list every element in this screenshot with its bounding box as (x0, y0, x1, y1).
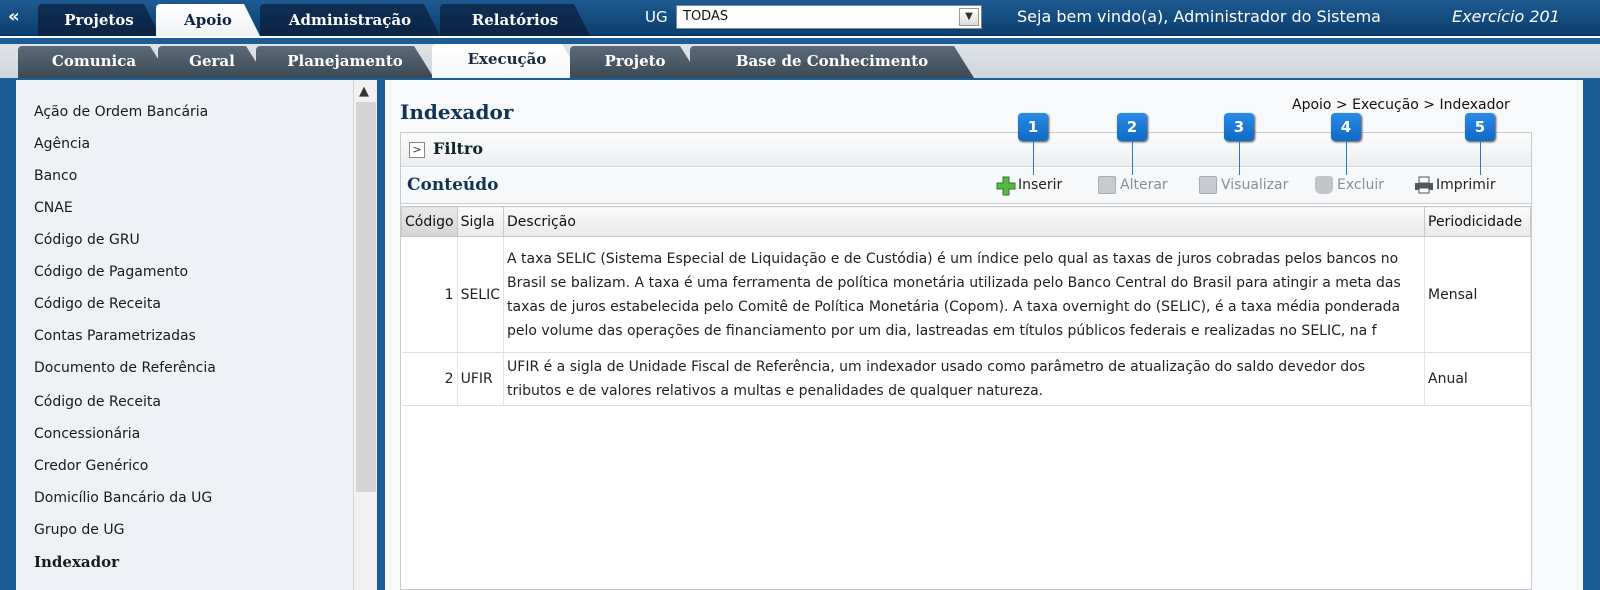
callout-line (1132, 141, 1133, 175)
top-tab-administracao[interactable]: Administração (260, 4, 440, 36)
delete-button[interactable]: Excluir (1315, 175, 1384, 197)
sidebar-item-codigo-pagamento[interactable]: Código de Pagamento (34, 264, 188, 280)
column-header-codigo[interactable]: Código (401, 206, 458, 237)
view-icon (1199, 176, 1217, 194)
insert-label: Inserir (1018, 177, 1063, 193)
cell-periodicidade: Anual (1424, 352, 1531, 406)
filter-label[interactable]: Filtro (433, 139, 483, 158)
tab-comunica[interactable]: Comunica (18, 46, 170, 78)
edit-icon (1098, 176, 1116, 194)
ug-select[interactable]: TODAS ▼ (676, 5, 982, 29)
view-label: Visualizar (1221, 177, 1289, 193)
column-header-periodicidade[interactable]: Periodicidade (1424, 206, 1531, 237)
trash-icon (1315, 176, 1333, 194)
table-row[interactable]: 1 SELIC A taxa SELIC (Sistema Especial d… (401, 236, 1531, 353)
cell-codigo: 1 (401, 236, 458, 353)
cell-sigla: UFIR (457, 352, 505, 406)
top-tab-apoio[interactable]: Apoio (156, 4, 260, 36)
breadcrumb: Apoio > Execução > Indexador (1292, 97, 1510, 113)
callout-badge-1: 1 (1018, 113, 1048, 141)
cell-descricao: UFIR é a sigla de Unidade Fiscal de Refe… (503, 352, 1425, 406)
cell-periodicidade: Mensal (1424, 236, 1531, 353)
tab-projeto[interactable]: Projeto (570, 46, 700, 78)
view-button[interactable]: Visualizar (1199, 175, 1288, 197)
expand-filter-icon[interactable]: > (409, 142, 425, 158)
content-section-title: Conteúdo (407, 175, 499, 195)
ug-label: UG (645, 8, 668, 26)
data-table: Código Sigla Descrição Periodicidade 1 S… (401, 206, 1531, 406)
print-button[interactable]: Imprimir (1414, 175, 1496, 197)
ug-select-value: TODAS (683, 9, 729, 24)
cell-codigo: 2 (401, 352, 458, 406)
cell-descricao: A taxa SELIC (Sistema Especial de Liquid… (503, 236, 1425, 353)
collapse-menu-icon[interactable]: « (8, 6, 20, 27)
column-header-sigla[interactable]: Sigla (456, 206, 505, 237)
sidebar-item-domicilio-bancario[interactable]: Domicílio Bancário da UG (34, 490, 212, 506)
callout-line (1346, 141, 1347, 175)
sidebar-item-indexador[interactable]: Indexador (34, 553, 119, 571)
sidebar-item-codigo-receita-2[interactable]: Código de Receita (34, 394, 161, 410)
edit-label: Alterar (1120, 177, 1168, 193)
sidebar-item-credor-generico[interactable]: Credor Genérico (34, 458, 148, 474)
callout-badge-3: 3 (1224, 113, 1254, 141)
tab-base-de-conhecimento[interactable]: Base de Conhecimento (690, 46, 974, 78)
sidebar-item-banco[interactable]: Banco (34, 168, 77, 184)
sidebar-item-contas-parametrizadas[interactable]: Contas Parametrizadas (34, 328, 196, 344)
callout-badge-4: 4 (1331, 113, 1361, 141)
page-title: Indexador (400, 100, 514, 124)
callout-line (1239, 141, 1240, 175)
sidebar-item-grupo-ug[interactable]: Grupo de UG (34, 522, 124, 538)
sidebar-item-codigo-gru[interactable]: Código de GRU (34, 232, 140, 248)
cell-sigla: SELIC (457, 236, 505, 353)
column-header-descricao[interactable]: Descrição (503, 206, 1425, 237)
callout-line (1033, 141, 1034, 175)
sidebar-item-agencia[interactable]: Agência (34, 136, 90, 152)
scrollbar-thumb[interactable] (356, 102, 376, 492)
app-window: « Projetos Apoio Administração Relatório… (0, 0, 1600, 590)
welcome-message: Seja bem vindo(a), Administrador do Sist… (1017, 7, 1381, 26)
top-tab-relatorios[interactable]: Relatórios (440, 4, 590, 36)
sidebar-item-acao-ordem-bancaria[interactable]: Ação de Ordem Bancária (34, 104, 208, 120)
sidebar-item-codigo-receita[interactable]: Código de Receita (34, 296, 161, 312)
callout-badge-5: 5 (1465, 113, 1495, 141)
chevron-down-icon[interactable]: ▼ (959, 8, 979, 26)
tab-execucao[interactable]: Execução (432, 44, 582, 78)
sidebar-item-concessionaria[interactable]: Concessionária (34, 426, 140, 442)
edit-button[interactable]: Alterar (1098, 175, 1168, 197)
print-label: Imprimir (1436, 177, 1496, 193)
scroll-up-icon[interactable]: ▲ (359, 84, 369, 99)
callout-badge-2: 2 (1117, 113, 1147, 141)
plus-icon (996, 176, 1016, 196)
callout-line (1480, 141, 1481, 175)
exercicio-label[interactable]: Exercício 201 (1452, 7, 1560, 26)
sidebar-item-cnae[interactable]: CNAE (34, 200, 73, 216)
sidebar-item-documento-referencia[interactable]: Documento de Referência (34, 360, 216, 376)
filter-bar[interactable] (401, 133, 1531, 167)
insert-button[interactable]: Inserir (996, 175, 1062, 197)
tab-planejamento[interactable]: Planejamento (256, 46, 434, 78)
top-tab-projetos[interactable]: Projetos (38, 4, 160, 36)
sidebar-scrollbar[interactable]: ▲ (353, 80, 377, 590)
table-row[interactable]: 2 UFIR UFIR é a sigla de Unidade Fiscal … (401, 352, 1531, 406)
delete-label: Excluir (1337, 177, 1384, 193)
printer-icon (1414, 176, 1433, 194)
table-header-row: Código Sigla Descrição Periodicidade (401, 206, 1531, 237)
